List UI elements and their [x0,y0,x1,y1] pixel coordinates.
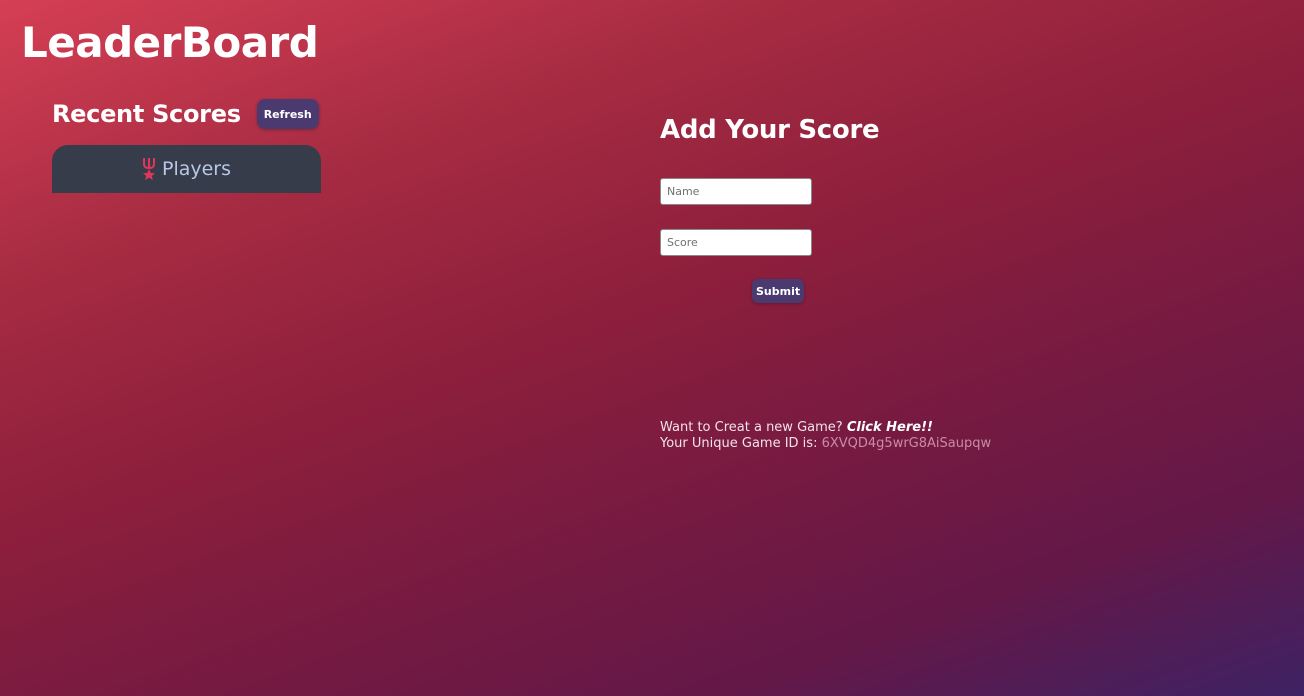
add-score-title: Add Your Score [660,115,880,145]
recent-scores-title: Recent Scores [52,100,241,128]
add-score-panel: Add Your Score Submit [660,112,1080,303]
game-id-line: Your Unique Game ID is: 6XVQD4g5wrG8AiSa… [660,436,991,452]
create-game-line: Want to Creat a new Game? Click Here!! [660,420,991,436]
game-id-value: 6XVQD4g5wrG8AiSaupqw [821,436,992,451]
recent-scores-header: Recent Scores Refresh [52,98,322,130]
players-label: Players [161,158,232,180]
name-input[interactable] [660,178,812,205]
players-table-header: Players [52,145,321,193]
recent-scores-panel: Recent Scores Refresh Players [52,98,322,193]
app-title: LeaderBoard [21,18,319,67]
create-game-link[interactable]: Click Here!! [847,420,933,435]
medal-icon [142,157,156,181]
game-info: Want to Creat a new Game? Click Here!! Y… [660,420,991,452]
refresh-button[interactable]: Refresh [256,99,319,129]
submit-button[interactable]: Submit [752,279,805,303]
score-input[interactable] [660,229,812,256]
game-id-label: Your Unique Game ID is: [660,436,818,451]
create-game-prompt: Want to Creat a new Game? [660,420,843,435]
